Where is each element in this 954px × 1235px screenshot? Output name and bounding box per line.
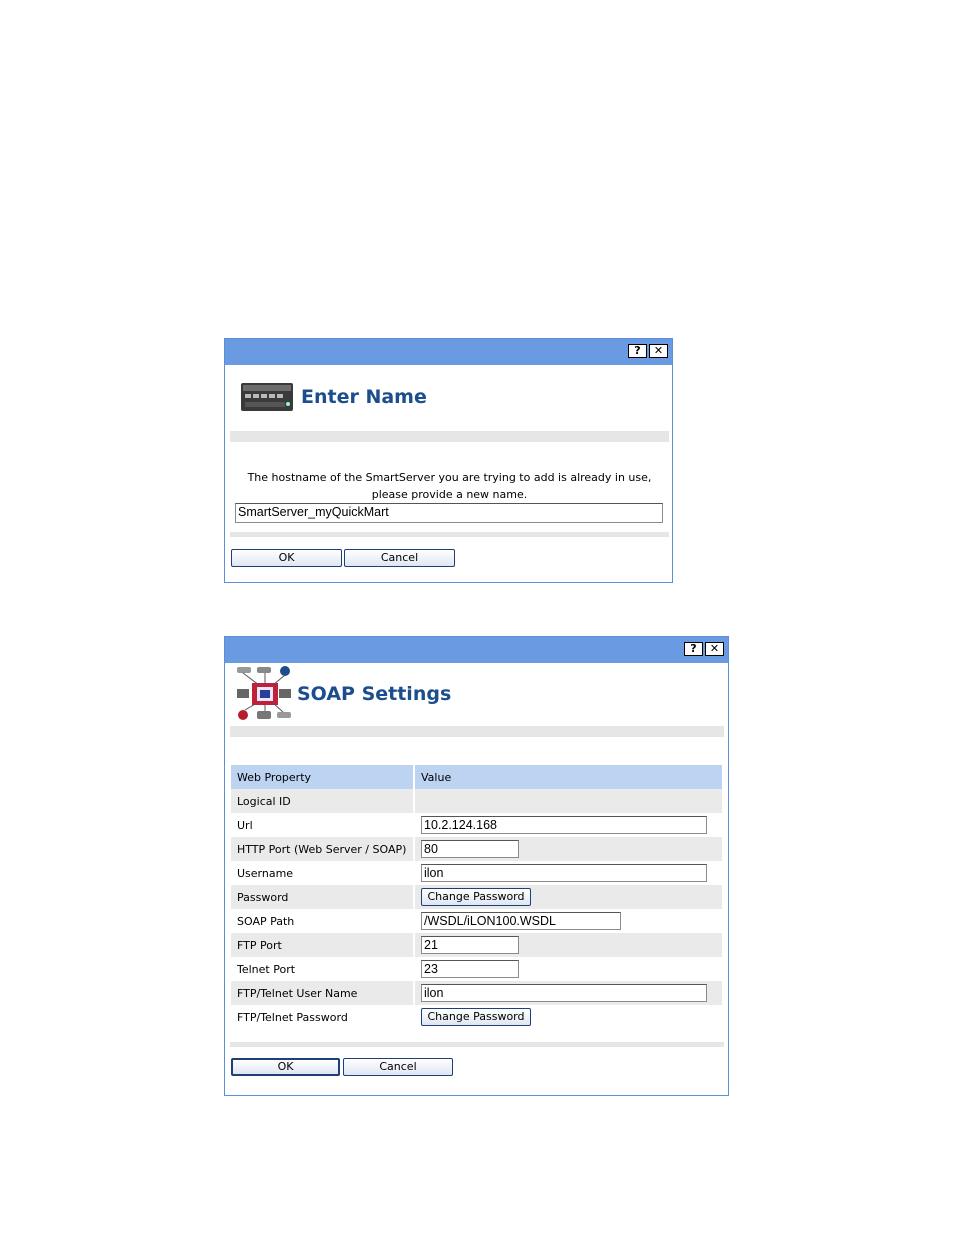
table-row-ftp-telnet-user: FTP/Telnet User Name ilon: [231, 981, 722, 1005]
ok-button[interactable]: OK: [231, 1058, 340, 1076]
dialog-header: SOAP Settings: [235, 665, 451, 723]
property-label: FTP/Telnet User Name: [231, 981, 414, 1005]
table-row-password: Password Change Password: [231, 885, 722, 909]
http-port-input[interactable]: 80: [421, 840, 519, 858]
cancel-button[interactable]: Cancel: [344, 549, 455, 567]
footer-divider: [230, 1042, 724, 1047]
table-row-username: Username ilon: [231, 861, 722, 885]
property-label: SOAP Path: [237, 914, 295, 928]
dialog-titlebar: ? ✕: [225, 339, 672, 365]
cancel-button[interactable]: Cancel: [343, 1058, 453, 1076]
property-value: [413, 789, 722, 813]
property-label: Telnet Port: [237, 962, 296, 976]
change-password-button[interactable]: Change Password: [421, 888, 531, 906]
dialog-header: Enter Name: [239, 379, 427, 415]
dialog-title: Enter Name: [301, 386, 427, 408]
property-label: Username: [237, 866, 294, 880]
telnet-port-input[interactable]: 23: [421, 960, 519, 978]
table-row-http-port: HTTP Port (Web Server / SOAP) 80: [231, 837, 722, 861]
header-divider: [230, 726, 724, 737]
property-label: Url: [237, 818, 253, 832]
property-label: FTP Port: [231, 933, 414, 957]
help-button[interactable]: ?: [628, 344, 647, 358]
header-divider: [230, 431, 669, 442]
footer-divider: [230, 532, 669, 537]
close-button[interactable]: ✕: [705, 642, 724, 656]
network-settings-icon: [237, 666, 291, 720]
url-input[interactable]: 10.2.124.168: [421, 816, 707, 834]
ftp-telnet-user-input[interactable]: ilon: [421, 984, 707, 1002]
table-row-logical-id: Logical ID: [231, 789, 722, 813]
enter-name-dialog: ? ✕ Enter Name The hostname of the Smart…: [224, 338, 673, 583]
username-input[interactable]: ilon: [421, 864, 707, 882]
help-button[interactable]: ?: [684, 642, 703, 656]
duplicate-name-message: The hostname of the SmartServer you are …: [247, 471, 652, 501]
dialog-title: SOAP Settings: [297, 683, 452, 705]
property-label: HTTP Port (Web Server / SOAP): [231, 837, 414, 861]
name-input[interactable]: SmartServer_myQuickMart: [235, 503, 663, 523]
property-label: Password: [231, 885, 414, 909]
table-row-ftp-port: FTP Port 21: [231, 933, 722, 957]
table-header-row: Web Property Value: [231, 765, 722, 789]
table-row-soap-path: SOAP Path /WSDL/iLON100.WSDL: [231, 909, 722, 933]
ok-button[interactable]: OK: [231, 549, 342, 567]
column-header-value: Value: [413, 765, 722, 789]
table-row-telnet-port: Telnet Port 23: [231, 957, 722, 981]
change-ftp-telnet-password-button[interactable]: Change Password: [421, 1008, 531, 1026]
close-button[interactable]: ✕: [649, 344, 668, 358]
table-row-url: Url 10.2.124.168: [231, 813, 722, 837]
smartserver-device-icon: [241, 383, 293, 411]
ftp-port-input[interactable]: 21: [421, 936, 519, 954]
table-row-ftp-telnet-password: FTP/Telnet Password Change Password: [231, 1005, 722, 1029]
property-label: FTP/Telnet Password: [237, 1010, 348, 1024]
property-label: Logical ID: [231, 789, 414, 813]
dialog-titlebar: ? ✕: [225, 637, 728, 663]
soap-settings-dialog: ? ✕ SOAP Settings Web Property Value Log…: [224, 636, 729, 1096]
soap-properties-table: Web Property Value Logical ID Url 10.2.1…: [231, 765, 722, 1029]
column-header-web-property: Web Property: [231, 765, 414, 789]
soap-path-input[interactable]: /WSDL/iLON100.WSDL: [421, 912, 621, 930]
